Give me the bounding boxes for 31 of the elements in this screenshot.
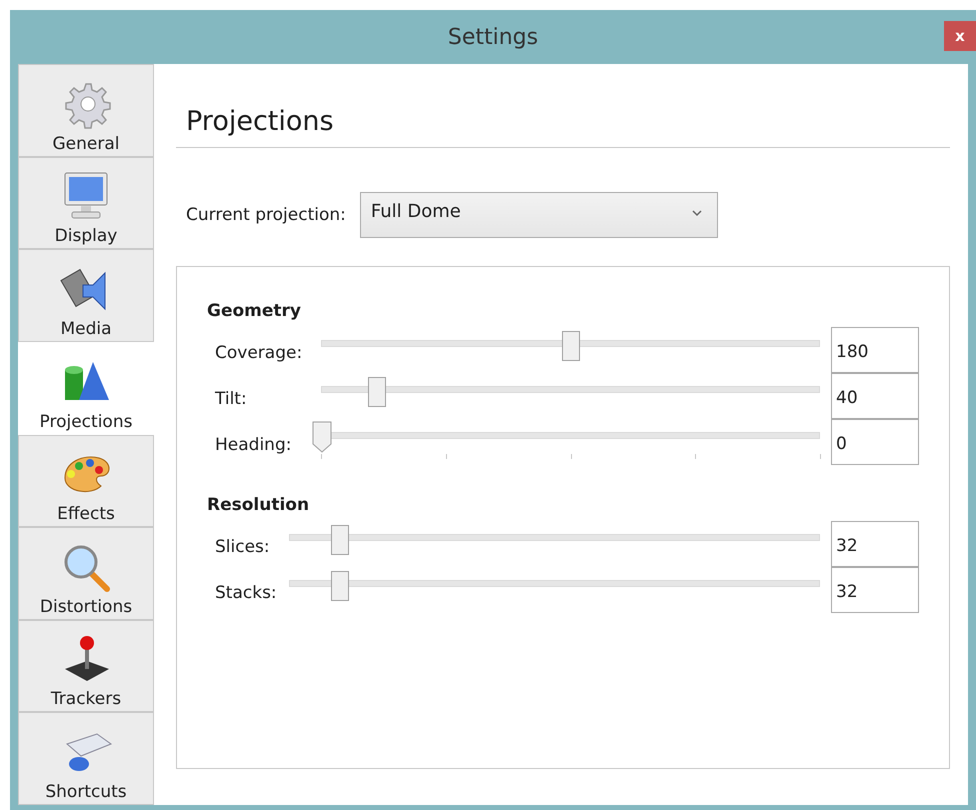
slider-thumb[interactable] <box>312 421 332 453</box>
sidebar-tab[interactable]: General <box>18 64 154 157</box>
chevron-down-icon <box>690 209 703 217</box>
value-field[interactable]: 0 <box>831 419 919 465</box>
slider-label: Stacks: <box>214 582 278 603</box>
slider-thumb[interactable] <box>368 377 386 407</box>
page-title: Projections <box>176 102 950 148</box>
slider-label: Heading: <box>214 434 292 455</box>
projection-dropdown[interactable]: Full Dome <box>360 192 718 238</box>
sidebar-tab[interactable]: Trackers <box>18 620 154 712</box>
section-heading: Geometry <box>207 301 302 321</box>
value-field[interactable]: 32 <box>831 567 919 613</box>
sidebar-tab[interactable]: Distortions <box>18 527 154 620</box>
sidebar-tab[interactable]: Shortcuts <box>18 712 154 805</box>
slider-label: Coverage: <box>214 342 304 363</box>
value-field[interactable]: 32 <box>831 521 919 567</box>
value-field[interactable]: 180 <box>831 327 919 373</box>
window-title: Settings <box>448 24 538 50</box>
close-button[interactable]: x <box>944 21 976 51</box>
sidebar-tab[interactable]: Effects <box>18 434 154 528</box>
slider-thumb[interactable] <box>562 331 580 361</box>
sidebar-tab[interactable]: Media <box>18 249 154 342</box>
section-heading: Resolution <box>207 495 310 515</box>
slider-thumb[interactable] <box>331 525 350 555</box>
field-label: Current projection: <box>186 205 346 225</box>
slider-label: Tilt: <box>214 388 248 409</box>
value-field[interactable]: 40 <box>831 373 919 419</box>
sidebar-tab[interactable]: Display <box>18 156 154 250</box>
sidebar-tab[interactable]: Projections <box>18 342 154 434</box>
slider-label: Slices: <box>214 536 271 557</box>
slider-thumb[interactable] <box>331 571 350 601</box>
